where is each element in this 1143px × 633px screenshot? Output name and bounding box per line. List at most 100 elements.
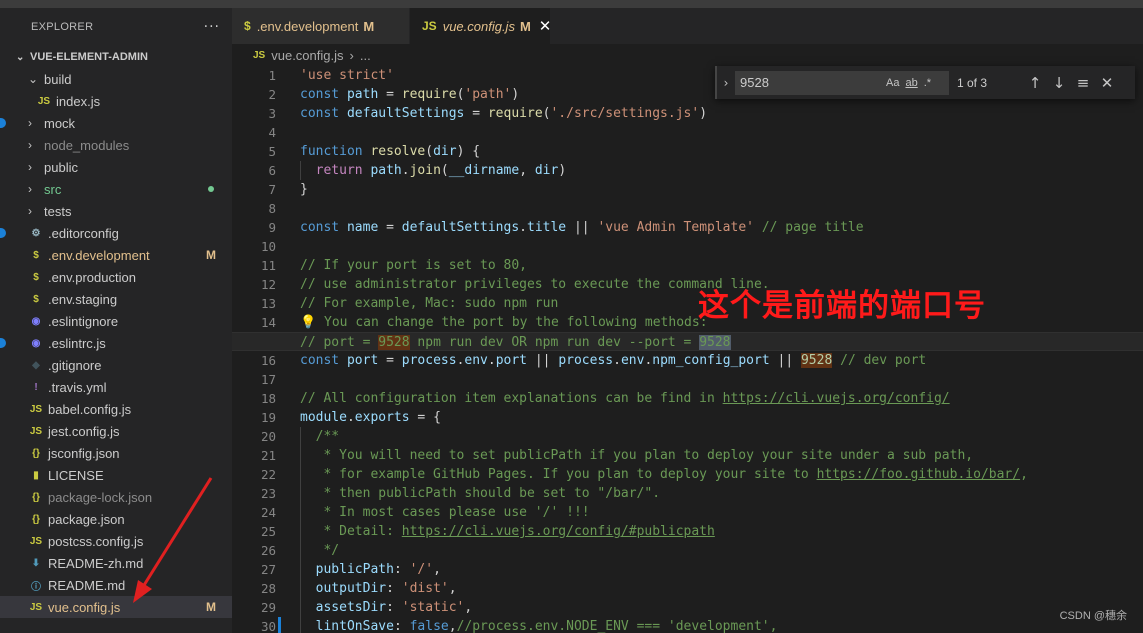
file-item[interactable]: ⚙ .editorconfig [0, 222, 232, 244]
line-number: 27 [260, 562, 276, 577]
close-tab-icon[interactable]: ✕ [539, 17, 552, 35]
project-root[interactable]: ⌄ VUE-ELEMENT-ADMIN [0, 46, 232, 68]
code-line[interactable]: const port = process.env.port || process… [300, 351, 1140, 370]
line-number: 30 [260, 619, 276, 633]
chevron-right-icon: › [28, 204, 32, 218]
code-line[interactable]: * Detail: https://cli.vuejs.org/config/#… [300, 522, 1140, 541]
folder-item[interactable]: › node_modules [0, 134, 232, 156]
find-input[interactable] [740, 75, 880, 90]
close-find-icon[interactable]: ✕ [1095, 74, 1119, 92]
lightbulb-icon[interactable]: 💡 [300, 315, 316, 330]
file-item[interactable]: JS vue.config.js M [0, 596, 232, 618]
code-line[interactable]: */ [300, 541, 1140, 560]
file-item[interactable]: $ .env.production [0, 266, 232, 288]
code-line[interactable]: /** [300, 427, 1140, 446]
find-in-selection-icon[interactable]: ≡ [1071, 74, 1095, 92]
tree-item-label: package.json [48, 511, 125, 527]
toggle-replace-icon[interactable]: › [717, 76, 735, 90]
regex-icon[interactable]: .* [924, 77, 931, 89]
folder-item[interactable]: › src [0, 178, 232, 200]
code-line[interactable] [300, 199, 1140, 218]
code-token: ( [440, 163, 449, 178]
file-item[interactable]: $ .env.staging [0, 288, 232, 310]
code-line[interactable]: * then publicPath should be set to "/bar… [300, 484, 1140, 503]
file-item[interactable]: {} package.json [0, 508, 232, 530]
previous-match-icon[interactable]: ↑ [1023, 74, 1047, 92]
code-line[interactable] [300, 237, 1140, 256]
code-line[interactable]: const defaultSettings = require('./src/s… [300, 104, 1140, 123]
code-line[interactable]: * You will need to set publicPath if you… [300, 446, 1140, 465]
file-item[interactable]: ◉ .eslintrc.js [0, 332, 232, 354]
code-line[interactable]: function resolve(dir) { [300, 142, 1140, 161]
breadcrumb-symbols[interactable]: ... [360, 48, 371, 63]
code-token: 'dist' [401, 581, 449, 596]
code-token: 9528 [699, 335, 731, 350]
file-item[interactable]: ◉ .eslintignore [0, 310, 232, 332]
folder-item[interactable]: › mock [0, 112, 232, 134]
code-token: . [613, 353, 621, 368]
next-match-icon[interactable]: ↓ [1047, 74, 1071, 92]
file-item[interactable]: JS index.js [0, 90, 232, 112]
editor-tab[interactable]: $ .env.development M [232, 8, 410, 44]
file-item[interactable]: JS jest.config.js [0, 420, 232, 442]
indent-guide [300, 560, 301, 579]
chevron-down-icon: ⌄ [28, 72, 39, 86]
line-number: 14 [260, 315, 276, 330]
tree-item-label: node_modules [44, 137, 130, 153]
file-item[interactable]: ⓘ README.md [0, 574, 232, 596]
breadcrumb-file[interactable]: vue.config.js [271, 48, 343, 63]
code-token: publicPath [315, 562, 394, 577]
whole-word-icon[interactable]: ab [905, 77, 917, 89]
file-item[interactable]: {} package-lock.json [0, 486, 232, 508]
editor-tab[interactable]: JS vue.config.js M ✕ [410, 8, 551, 44]
more-actions-icon[interactable]: ··· [204, 19, 220, 35]
code-line[interactable]: const name = defaultSettings.title || 'v… [300, 218, 1140, 237]
code-token: return [315, 163, 371, 178]
code-token: ) [558, 163, 567, 178]
file-item[interactable]: ! .travis.yml [0, 376, 232, 398]
file-item[interactable]: {} jsconfig.json [0, 442, 232, 464]
code-line[interactable]: outputDir: 'dist', [300, 579, 1140, 598]
match-case-icon[interactable]: Aa [886, 77, 899, 89]
code-token: const [300, 353, 347, 368]
file-item[interactable]: $ .env.development M [0, 244, 232, 266]
file-item[interactable]: ▮ LICENSE [0, 464, 232, 486]
code-line[interactable]: * for example GitHub Pages. If you plan … [300, 465, 1140, 484]
chevron-right-icon: › [28, 138, 32, 152]
code-line[interactable]: } [300, 180, 1140, 199]
code-area[interactable]: 'use strict' const path = require ('path')… [232, 66, 1143, 633]
folder-item[interactable]: › public [0, 156, 232, 178]
code-line[interactable] [300, 370, 1140, 389]
code-line[interactable]: // port = 9528 npm run dev OR npm run de… [232, 332, 1143, 351]
code-line[interactable]: assetsDir: 'static', [300, 598, 1140, 617]
code-line[interactable]: return path.join(__dirname, dir) [300, 161, 1140, 180]
code-token: , [519, 163, 535, 178]
code-token: env [620, 353, 645, 368]
folder-item[interactable]: › tests [0, 200, 232, 222]
folder-item[interactable]: ⌄ build [0, 68, 232, 90]
code-line[interactable]: publicPath: '/', [300, 560, 1140, 579]
line-number: 10 [260, 239, 276, 254]
code-editor[interactable]: 1234567891011121314151617181920212223242… [232, 66, 1143, 633]
tree-item-label: .env.production [48, 269, 136, 285]
code-line[interactable]: * In most cases please use '/' !!! [300, 503, 1140, 522]
code-line[interactable]: // If your port is set to 80, [300, 256, 1140, 275]
file-item[interactable]: JS babel.config.js [0, 398, 232, 420]
code-token: join [409, 163, 441, 178]
code-line[interactable]: lintOnSave: false,//process.env.NODE_ENV… [300, 617, 1140, 633]
file-item[interactable]: ⬇ README-zh.md [0, 552, 232, 574]
file-item[interactable]: ◆ .gitignore [0, 354, 232, 376]
code-token: path [346, 87, 379, 102]
code-line[interactable] [300, 123, 1140, 142]
code-token: // port = [300, 335, 379, 350]
line-number: 9 [268, 220, 276, 235]
code-line[interactable]: // All configuration item explanations c… [300, 389, 1140, 408]
code-token: 'static' [401, 600, 465, 615]
code-line[interactable]: module.exports = { [300, 408, 1140, 427]
file-item[interactable]: JS postcss.config.js [0, 530, 232, 552]
code-token: const [300, 106, 347, 121]
code-token: //process.env.NODE_ENV === 'development'… [456, 619, 778, 633]
code-token: // For example, Mac: sudo npm run [300, 296, 559, 311]
